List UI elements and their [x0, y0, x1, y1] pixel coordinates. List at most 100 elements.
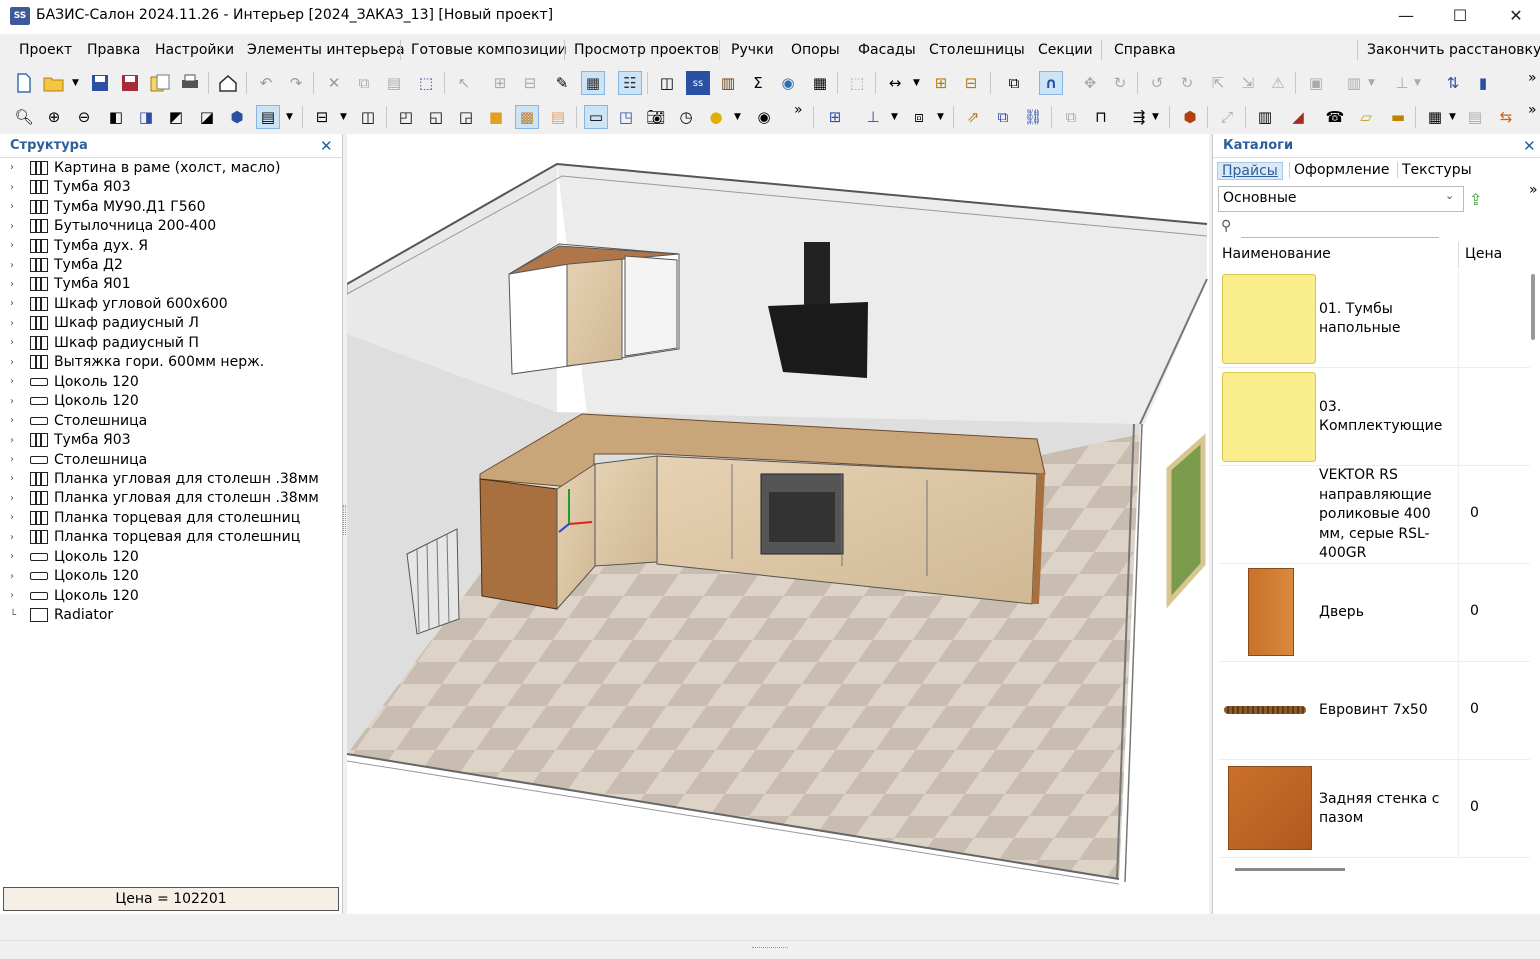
rotate-icon[interactable]: ⧉	[1002, 71, 1026, 95]
table-icon[interactable]: ▦	[1423, 105, 1447, 129]
chevron-right-icon[interactable]: ›	[10, 221, 24, 232]
view-left-icon[interactable]: ◩	[164, 105, 188, 129]
maximize-button[interactable]: ☐	[1434, 0, 1486, 34]
distribute-icon[interactable]: ▣	[1304, 71, 1328, 95]
tree-item[interactable]: › Планка угловая для столешн .38мм	[0, 489, 340, 509]
splitter-handle[interactable]	[343, 505, 346, 535]
refresh-icon[interactable]: ↻	[1108, 71, 1132, 95]
chevron-right-icon[interactable]: ›	[10, 396, 24, 407]
chevron-right-icon[interactable]: ›	[10, 240, 24, 251]
menu-settings[interactable]: Настройки	[155, 42, 234, 58]
chevron-down-icon[interactable]: ▼	[913, 78, 920, 88]
render-mode-icon[interactable]: ◫	[356, 105, 380, 129]
chevron-right-icon[interactable]: ›	[10, 493, 24, 504]
bars-chart-icon[interactable]: ▮	[1471, 71, 1495, 95]
catalog-icon[interactable]: ▦	[581, 71, 605, 95]
menu-supports[interactable]: Опоры	[791, 42, 840, 58]
view-icon[interactable]: ◉	[776, 71, 800, 95]
horizontal-scrollbar[interactable]	[1235, 868, 1345, 871]
catalog-item[interactable]: 03. Комплектующие	[1218, 368, 1530, 466]
ruler-icon[interactable]: ⤢	[1215, 105, 1239, 129]
eye-icon[interactable]: ◉	[752, 105, 776, 129]
view-top-icon[interactable]: ▤	[256, 105, 280, 129]
link-icon[interactable]: ⛓	[1021, 105, 1045, 129]
tree-item[interactable]: › Столешница	[0, 450, 340, 470]
tree-item[interactable]: › Цоколь 120	[0, 566, 340, 586]
tree-item[interactable]: › Тумба Я01	[0, 275, 340, 295]
toolbar-overflow-button[interactable]: »	[794, 102, 803, 118]
box-outline-icon[interactable]: ▤	[546, 105, 570, 129]
tree-item[interactable]: › Планка торцевая для столешниц	[0, 508, 340, 528]
chevron-down-icon[interactable]: ▼	[1414, 78, 1421, 88]
handle-icon[interactable]: ☎	[1323, 105, 1347, 129]
tree-item[interactable]: › Тумба дух. Я	[0, 236, 340, 256]
move-arrow-icon[interactable]: ⇗	[961, 105, 985, 129]
panel-icon[interactable]: ▥	[716, 71, 740, 95]
rotate-right-icon[interactable]: ↻	[1175, 71, 1199, 95]
chevron-right-icon[interactable]: ›	[10, 512, 24, 523]
chevron-down-icon[interactable]: ▼	[734, 112, 741, 122]
catalog-item[interactable]: VEKTOR RS направляющие роликовые 400 мм,…	[1218, 466, 1530, 564]
align-icon[interactable]: ⇱	[1206, 71, 1230, 95]
chevron-right-icon[interactable]: ›	[10, 415, 24, 426]
render-wire-icon[interactable]: ⊟	[310, 105, 334, 129]
group-icon[interactable]: ⊞	[488, 71, 512, 95]
close-icon[interactable]: ✕	[320, 137, 333, 155]
sum-icon[interactable]: Σ	[746, 71, 770, 95]
catalog-select[interactable]: Основные ⌄	[1218, 186, 1464, 212]
catalog-item[interactable]: Дверь 0	[1218, 564, 1530, 662]
select-icon[interactable]: ⬚	[414, 71, 438, 95]
copy-icon[interactable]: ⧉	[352, 71, 376, 95]
redo-icon[interactable]: ↷	[284, 71, 308, 95]
tree-item[interactable]: › Цоколь 120	[0, 586, 340, 606]
grid-icon[interactable]: ▥	[1253, 105, 1277, 129]
upload-icon[interactable]: ⇪	[1469, 190, 1482, 209]
finish-placement-button[interactable]: Закончить расстановку	[1367, 42, 1540, 58]
dimension-icon[interactable]: ↔	[883, 71, 907, 95]
bars-icon[interactable]: ⚠	[1266, 71, 1290, 95]
magnet-icon[interactable]: ∩	[1039, 71, 1063, 95]
tab-textures[interactable]: Текстуры	[1397, 162, 1476, 178]
calculator-icon[interactable]: ▦	[808, 71, 832, 95]
tree-item[interactable]: › Цоколь 120	[0, 547, 340, 567]
undo-icon[interactable]: ↶	[254, 71, 278, 95]
menu-countertops[interactable]: Столешницы	[929, 42, 1025, 58]
tree-item[interactable]: › Тумба Я03	[0, 177, 340, 197]
view-back-icon[interactable]: ◨	[134, 105, 158, 129]
zoom-fit-icon[interactable]: 🔍︎	[12, 105, 36, 129]
tree-item[interactable]: › Планка торцевая для столешниц	[0, 528, 340, 548]
menu-interior-elements[interactable]: Элементы интерьера	[247, 42, 405, 58]
chevron-right-icon[interactable]: ›	[10, 318, 24, 329]
chevron-right-icon[interactable]: ›	[10, 376, 24, 387]
section-icon[interactable]: ⊞	[929, 71, 953, 95]
mirror-icon[interactable]: ⇲	[1236, 71, 1260, 95]
3d-viewport[interactable]	[346, 134, 1209, 914]
tree-item[interactable]: › Тумба МУ90.Д1 Г560	[0, 197, 340, 217]
tree-item[interactable]: › Тумба Д2	[0, 255, 340, 275]
panel-overflow-button[interactable]: »	[1529, 182, 1538, 198]
edit-icon[interactable]: ✎	[550, 71, 574, 95]
open-folder-icon[interactable]	[42, 71, 66, 95]
view-iso-icon[interactable]: ⬢	[225, 105, 249, 129]
tree-item[interactable]: › Бутылочница 200-400	[0, 216, 340, 236]
close-button[interactable]: ✕	[1490, 0, 1540, 34]
frame2-icon[interactable]: ◳	[614, 105, 638, 129]
delete-icon[interactable]: ✕	[322, 71, 346, 95]
zoom-in-icon[interactable]: ⊕	[42, 105, 66, 129]
box-hidden-icon[interactable]: ◱	[424, 105, 448, 129]
sphere-icon[interactable]: ⬢	[1178, 105, 1202, 129]
chevron-down-icon[interactable]: ▼	[1152, 112, 1159, 122]
zoom-out-icon[interactable]: ⊖	[72, 105, 96, 129]
catalog-item[interactable]: Задняя стенка с пазом 0	[1218, 760, 1530, 858]
menu-project[interactable]: Проект	[19, 42, 72, 58]
columns-icon[interactable]: ⊟	[959, 71, 983, 95]
toolbar-overflow-button[interactable]: »	[1528, 70, 1537, 86]
menu-facades[interactable]: Фасады	[858, 42, 916, 58]
copy-project-icon[interactable]	[148, 71, 172, 95]
chevron-down-icon[interactable]: ⌄	[1445, 189, 1454, 202]
column-price-header[interactable]: Цена	[1465, 246, 1502, 262]
box-icon[interactable]: ⬚	[845, 71, 869, 95]
shelf-icon[interactable]: ◢	[1286, 105, 1310, 129]
box-shaded-icon[interactable]: ◲	[454, 105, 478, 129]
rotate-left-icon[interactable]: ↺	[1145, 71, 1169, 95]
